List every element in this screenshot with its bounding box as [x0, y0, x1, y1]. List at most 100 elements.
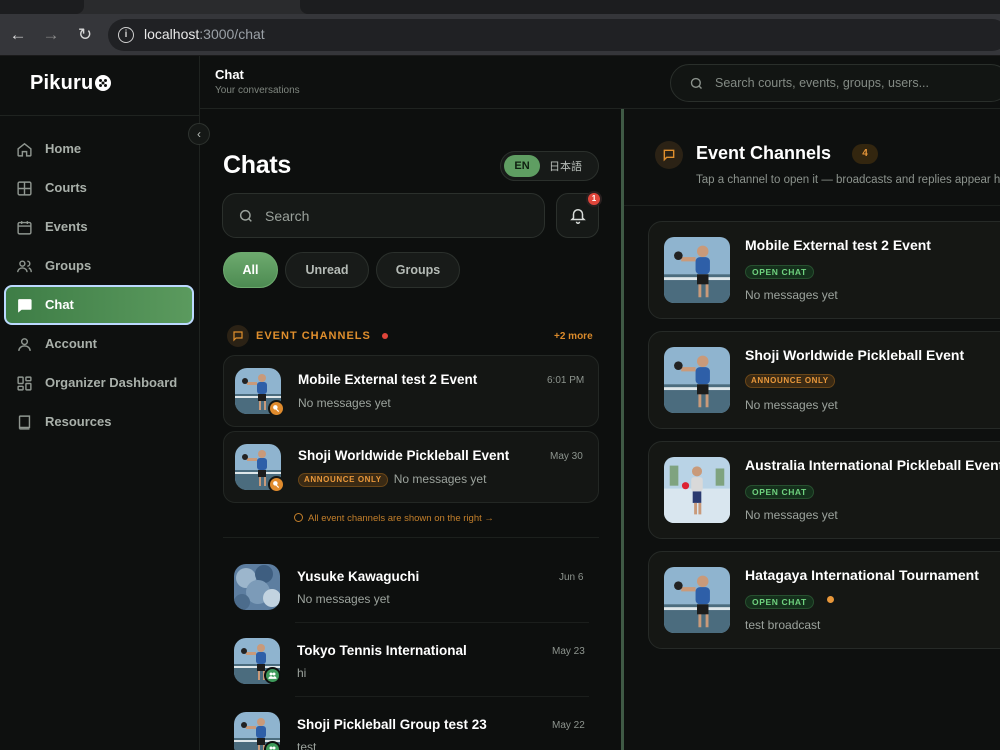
conversation-row[interactable]: Shoji Pickleball Group test 23 May 22 te… — [223, 703, 599, 750]
channel-preview: No messages yet — [745, 398, 838, 412]
users-icon — [17, 260, 32, 273]
sidebar-item-label: Account — [45, 336, 97, 351]
sidebar-item-label: Events — [45, 219, 88, 234]
channel-title: Mobile External test 2 Event — [745, 237, 931, 253]
channel-title: Hatagaya International Tournament — [745, 567, 979, 583]
sidebar-item-label: Home — [45, 141, 82, 156]
book-icon — [18, 415, 31, 430]
browser-toolbar: ← → ↻ i localhost:3000/chat — [0, 14, 1000, 56]
channel-preview: No messages yet — [745, 288, 838, 302]
global-search-input[interactable]: Search courts, events, groups, users... — [670, 64, 1000, 102]
url-text: localhost:3000/chat — [144, 26, 265, 42]
conversation-preview: hi — [297, 666, 307, 680]
row-divider — [295, 622, 589, 623]
sidebar-item-organizer-dashboard[interactable]: Organizer Dashboard — [4, 363, 194, 403]
event-channels-heading: Event Channels — [696, 143, 832, 163]
event-channel-avatar — [664, 347, 730, 413]
conversation-row[interactable]: Yusuke Kawaguchi Jun 6 No messages yet — [223, 555, 599, 615]
lang-ja-option[interactable]: 日本語 — [549, 158, 582, 174]
chat-bubble-icon — [663, 149, 675, 162]
event-channel-card[interactable]: Hatagaya International Tournament OPEN C… — [648, 551, 1000, 649]
group-icon — [269, 746, 276, 750]
user-photo — [234, 564, 280, 610]
open-chat-tag: OPEN CHAT — [745, 595, 814, 609]
lang-en-option[interactable]: EN — [504, 155, 540, 177]
event-channels-label: EVENT CHANNELS — [256, 330, 371, 342]
sidebar-item-events[interactable]: Events — [4, 207, 194, 247]
language-toggle[interactable]: EN 日本語 — [500, 151, 599, 181]
conversation-preview: test — [297, 740, 317, 750]
event-type-badge — [268, 400, 285, 417]
sidebar-item-chat[interactable]: Chat — [4, 285, 194, 325]
address-bar[interactable]: i localhost:3000/chat — [108, 19, 1000, 51]
chat-icon — [18, 299, 32, 313]
event-channel-avatar — [664, 237, 730, 303]
event-channel-card[interactable]: Australia International Pickleball Event… — [648, 441, 1000, 539]
conversation-row[interactable]: Tokyo Tennis International May 23 hi — [223, 629, 599, 689]
event-channels-header-icon — [655, 141, 683, 169]
group-icon — [268, 672, 277, 679]
pickleball-player-photo — [664, 457, 730, 523]
sidebar-item-account[interactable]: Account — [4, 324, 194, 364]
event-item-preview: ANNOUNCE ONLY No messages yet — [298, 472, 486, 487]
pickleball-player-photo — [664, 237, 730, 303]
forward-arrow-icon[interactable]: → — [40, 24, 62, 46]
conversation-avatar — [234, 564, 280, 610]
channel-preview: test broadcast — [745, 618, 821, 632]
event-channels-count-badge: 4 — [852, 144, 878, 164]
filter-all[interactable]: All — [223, 252, 278, 288]
event-channels-note: All event channels are shown on the righ… — [294, 513, 494, 524]
reload-icon[interactable]: ↻ — [74, 24, 96, 46]
browser-tab-bar — [300, 0, 1000, 14]
chat-list-panel: Chats EN 日本語 Search 1 All Unread Groups … — [200, 109, 621, 750]
more-event-channels-link[interactable]: +2 more — [554, 331, 593, 342]
event-channel-card[interactable]: Shoji Worldwide Pickleball Event ANNOUNC… — [648, 331, 1000, 429]
sidebar: Pikuru Home Courts Events Groups Chat Ac… — [0, 56, 200, 750]
browser-tab-strip — [0, 0, 1000, 14]
chats-heading: Chats — [223, 151, 291, 179]
unread-dot — [382, 333, 388, 339]
event-item-title: Mobile External test 2 Event — [298, 372, 478, 387]
notification-count-badge: 1 — [586, 191, 602, 207]
conversation-title: Tokyo Tennis International — [297, 643, 467, 658]
filter-unread[interactable]: Unread — [285, 252, 369, 288]
search-placeholder: Search — [265, 208, 310, 224]
event-channel-card[interactable]: Mobile External test 2 Event OPEN CHAT N… — [648, 221, 1000, 319]
channel-title: Shoji Worldwide Pickleball Event — [745, 347, 965, 363]
grid-icon — [17, 181, 32, 196]
channel-title: Australia International Pickleball Event — [745, 457, 1000, 473]
paddle-icon — [273, 405, 280, 412]
conversation-time: May 23 — [552, 646, 585, 657]
announce-only-tag: ANNOUNCE ONLY — [298, 472, 388, 487]
chevron-left-icon: ‹ — [197, 127, 201, 141]
page-subtitle: Your conversations — [215, 85, 300, 96]
dashboard-icon — [17, 376, 32, 391]
search-placeholder: Search courts, events, groups, users... — [715, 76, 929, 90]
bell-icon — [570, 209, 586, 224]
sidebar-item-resources[interactable]: Resources — [4, 402, 194, 442]
open-chat-tag: OPEN CHAT — [745, 265, 814, 279]
site-info-icon[interactable]: i — [118, 27, 134, 43]
event-channels-section-icon — [227, 325, 249, 347]
sidebar-item-groups[interactable]: Groups — [4, 246, 194, 286]
list-divider — [223, 537, 599, 538]
chat-search-input[interactable]: Search — [222, 193, 545, 238]
sidebar-item-courts[interactable]: Courts — [4, 168, 194, 208]
event-channel-item[interactable]: Mobile External test 2 Event 6:01 PM No … — [223, 355, 599, 427]
sidebar-item-home[interactable]: Home — [4, 129, 194, 169]
event-item-time: May 30 — [550, 451, 583, 462]
page-header: Chat Your conversations Search courts, e… — [200, 56, 1000, 109]
event-item-preview: No messages yet — [298, 396, 391, 410]
brand-logo[interactable]: Pikuru — [30, 72, 112, 95]
event-channel-item[interactable]: Shoji Worldwide Pickleball Event May 30 … — [223, 431, 599, 503]
row-divider — [295, 696, 589, 697]
filter-groups[interactable]: Groups — [376, 252, 460, 288]
person-icon — [18, 338, 31, 351]
conversation-time: May 22 — [552, 720, 585, 731]
pickleball-player-photo — [664, 567, 730, 633]
chat-bubble-icon — [233, 331, 243, 342]
calendar-icon — [17, 221, 32, 235]
collapse-sidebar-button[interactable]: ‹ — [188, 123, 210, 145]
browser-tab[interactable] — [0, 0, 84, 14]
back-arrow-icon[interactable]: ← — [7, 24, 29, 46]
